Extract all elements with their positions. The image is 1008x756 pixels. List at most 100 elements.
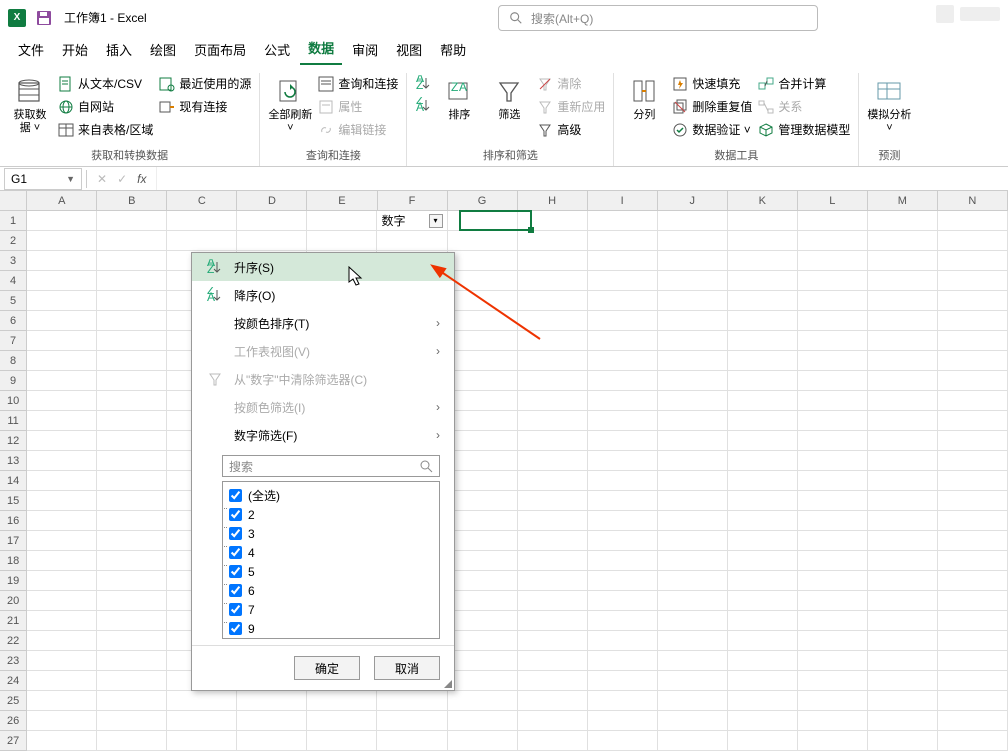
user-avatar-icon[interactable]: [936, 5, 954, 23]
cell[interactable]: [448, 551, 518, 571]
refresh-all-button[interactable]: 全部刷新 ˅: [268, 73, 312, 144]
cell[interactable]: [798, 491, 868, 511]
cell[interactable]: [868, 551, 938, 571]
cell[interactable]: [938, 731, 1008, 751]
cell[interactable]: [588, 431, 658, 451]
cell[interactable]: [728, 331, 798, 351]
column-header[interactable]: H: [518, 191, 588, 211]
filter-check-item[interactable]: 7: [229, 600, 433, 619]
cell[interactable]: [658, 691, 728, 711]
cell[interactable]: [27, 551, 97, 571]
cell[interactable]: [938, 711, 1008, 731]
consolidate-button[interactable]: 合并计算: [758, 75, 850, 92]
cell[interactable]: [938, 271, 1008, 291]
cell[interactable]: [448, 711, 518, 731]
existing-conn-button[interactable]: 现有连接: [159, 98, 251, 115]
cell[interactable]: [97, 351, 167, 371]
data-validation-button[interactable]: 数据验证 ˅: [672, 121, 752, 138]
cell[interactable]: [588, 591, 658, 611]
cell[interactable]: [868, 271, 938, 291]
sort-asc-button[interactable]: AZ: [415, 75, 431, 91]
cell[interactable]: [798, 471, 868, 491]
cell[interactable]: [798, 551, 868, 571]
cell[interactable]: [798, 211, 868, 231]
cell[interactable]: [167, 711, 237, 731]
cell[interactable]: [97, 631, 167, 651]
cell[interactable]: [798, 571, 868, 591]
cell[interactable]: [938, 471, 1008, 491]
cell[interactable]: [588, 331, 658, 351]
cell[interactable]: [868, 631, 938, 651]
cell[interactable]: [377, 711, 447, 731]
cell[interactable]: [658, 211, 728, 231]
sort-asc-item[interactable]: AZ 升序(S): [192, 253, 454, 281]
menu-tab-8[interactable]: 视图: [388, 34, 430, 65]
filter-search-input[interactable]: 搜索: [222, 455, 440, 477]
cell[interactable]: [377, 691, 447, 711]
checkbox[interactable]: [229, 527, 242, 540]
cell[interactable]: [27, 591, 97, 611]
row-header[interactable]: 22: [0, 631, 27, 651]
cell[interactable]: [588, 511, 658, 531]
cell[interactable]: [448, 531, 518, 551]
cell[interactable]: [97, 531, 167, 551]
cell[interactable]: [377, 231, 447, 251]
cell[interactable]: [798, 651, 868, 671]
cell[interactable]: [518, 371, 588, 391]
cell[interactable]: [868, 351, 938, 371]
cell[interactable]: [798, 411, 868, 431]
column-header[interactable]: I: [588, 191, 658, 211]
cell[interactable]: [728, 631, 798, 651]
cell[interactable]: [307, 231, 377, 251]
cell[interactable]: [588, 411, 658, 431]
sort-button[interactable]: ZA 排序: [437, 73, 481, 144]
cell[interactable]: [27, 711, 97, 731]
cell[interactable]: [658, 251, 728, 271]
advanced-filter-button[interactable]: 高级: [537, 121, 605, 138]
cell[interactable]: [658, 491, 728, 511]
cell[interactable]: [658, 571, 728, 591]
cell[interactable]: [658, 271, 728, 291]
cell[interactable]: [27, 391, 97, 411]
cell[interactable]: [518, 631, 588, 651]
cell[interactable]: [97, 511, 167, 531]
cell[interactable]: [868, 231, 938, 251]
cell[interactable]: [798, 431, 868, 451]
cell[interactable]: [728, 731, 798, 751]
cell[interactable]: [938, 671, 1008, 691]
cell[interactable]: [728, 391, 798, 411]
row-header[interactable]: 4: [0, 271, 27, 291]
cell[interactable]: [938, 391, 1008, 411]
filter-check-item[interactable]: 3: [229, 524, 433, 543]
from-web-button[interactable]: 自网站: [58, 98, 153, 115]
cell[interactable]: [97, 371, 167, 391]
sort-desc-item[interactable]: ZA 降序(O): [192, 281, 454, 309]
cell[interactable]: [658, 711, 728, 731]
search-box[interactable]: 搜索(Alt+Q): [498, 5, 818, 31]
cell[interactable]: [938, 431, 1008, 451]
cell[interactable]: [728, 551, 798, 571]
cell[interactable]: [728, 351, 798, 371]
cell[interactable]: [658, 611, 728, 631]
row-header[interactable]: 9: [0, 371, 27, 391]
cell[interactable]: [938, 511, 1008, 531]
cell[interactable]: [307, 711, 377, 731]
cell[interactable]: [588, 471, 658, 491]
cell[interactable]: [448, 471, 518, 491]
cell[interactable]: [97, 711, 167, 731]
cell[interactable]: [97, 651, 167, 671]
cell[interactable]: [728, 311, 798, 331]
cell[interactable]: [167, 691, 237, 711]
cell[interactable]: [237, 711, 307, 731]
cell[interactable]: [97, 331, 167, 351]
cell[interactable]: [938, 411, 1008, 431]
cancel-formula-icon[interactable]: ✕: [97, 172, 107, 186]
cell[interactable]: [938, 291, 1008, 311]
cell[interactable]: [518, 231, 588, 251]
cell[interactable]: [588, 731, 658, 751]
cell[interactable]: [97, 591, 167, 611]
cell[interactable]: [27, 331, 97, 351]
cell[interactable]: [97, 471, 167, 491]
row-header[interactable]: 24: [0, 671, 27, 691]
cell[interactable]: [518, 271, 588, 291]
